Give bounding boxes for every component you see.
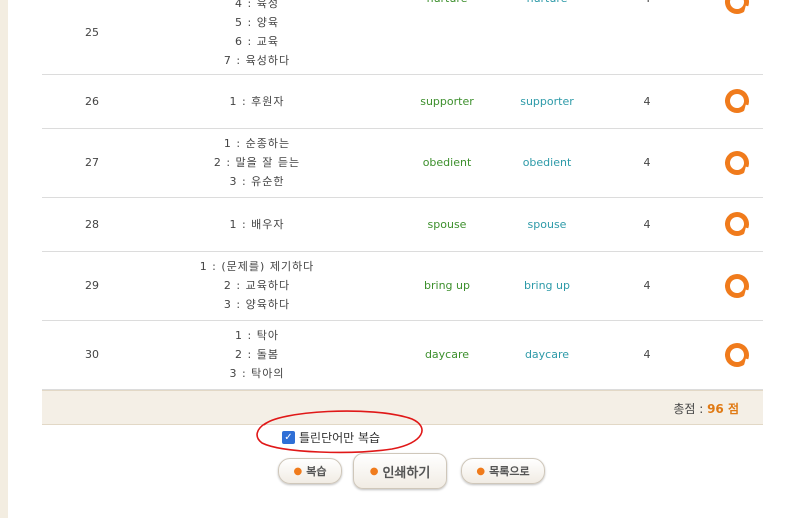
meaning-line: 1 : 후원자 (229, 94, 285, 108)
meaning-line: 5 : 양육 (235, 16, 279, 29)
word-meanings: 1 : 순종하는 2 : 말을 잘 듣는 3 : 유순한 (172, 128, 342, 197)
table-row: 26 1 : 후원자 supporter supporter 4 (42, 74, 763, 129)
table-row: 27 1 : 순종하는 2 : 말을 잘 듣는 3 : 유순한 obedient… (42, 128, 763, 198)
total-score-value: 96 점 (707, 402, 739, 416)
word-number: 25 (85, 25, 99, 39)
meaning-line: 2 : 교육하다 (223, 279, 291, 292)
correct-answer: supporter (520, 94, 574, 108)
meaning-line: 1 : 순종하는 (223, 137, 291, 150)
correct-answer: bring up (524, 279, 570, 292)
bullet-icon: ● (369, 465, 379, 477)
page: 25 4 : 육성 5 : 양육 6 : 교육 7 : 육성하다 nurture… (8, 0, 800, 518)
correct-answer: spouse (527, 217, 567, 231)
meaning-line: 2 : 말을 잘 듣는 (213, 156, 301, 169)
correct-answer: obedient (522, 156, 572, 169)
points: 4 (643, 217, 651, 231)
bullet-icon: ● (293, 465, 303, 477)
user-answer: obedient (422, 156, 472, 169)
bullet-icon: ● (476, 465, 486, 477)
review-wrong-only-label: 틀린단어만 복습 (299, 431, 381, 445)
table-row: 30 1 : 탁아 2 : 돌봄 3 : 탁아의 daycare daycare… (42, 320, 763, 390)
word-number: 30 (85, 348, 99, 361)
total-score: 총점 : 96 점 (673, 400, 739, 417)
user-answer: nurture (392, 0, 502, 74)
table-row: 25 4 : 육성 5 : 양육 6 : 교육 7 : 육성하다 nurture… (42, 0, 763, 75)
meaning-line: 1 : 배우자 (229, 217, 285, 231)
print-button-label: 인쇄하기 (382, 465, 431, 481)
list-button-label: 목록으로 (489, 465, 530, 478)
total-score-label: 총점 : (673, 402, 708, 416)
correct-mark-icon (712, 74, 762, 128)
points: 4 (643, 348, 651, 361)
meaning-line: 1 : (문제를) 제기하다 (199, 260, 315, 273)
user-answer: bring up (424, 279, 470, 292)
review-button[interactable]: ● 복습 (278, 458, 342, 484)
word-number: 27 (85, 156, 99, 169)
checkbox-checked-icon[interactable]: ✓ (282, 431, 295, 444)
word-number: 29 (85, 279, 99, 292)
word-meanings: 4 : 육성 5 : 양육 6 : 교육 7 : 육성하다 (172, 0, 342, 74)
meaning-line: 7 : 육성하다 (223, 54, 291, 67)
meaning-line: 3 : 양육하다 (223, 298, 291, 311)
points: 4 (643, 156, 651, 169)
word-meanings: 1 : 배우자 (172, 197, 342, 251)
correct-answer: daycare (524, 348, 570, 361)
correct-answer: nurture (492, 0, 602, 74)
table-row: 28 1 : 배우자 spouse spouse 4 (42, 197, 763, 252)
meaning-line: 3 : 유순한 (229, 175, 285, 188)
meaning-line: 4 : 육성 (235, 0, 279, 10)
list-button[interactable]: ● 목록으로 (461, 458, 545, 484)
correct-mark-icon (712, 128, 762, 197)
user-answer: daycare (424, 348, 470, 361)
correct-mark-icon (712, 251, 762, 320)
points: 4 (643, 279, 651, 292)
review-wrong-only-checkbox[interactable]: ✓ 틀린단어만 복습 (282, 429, 380, 446)
meaning-line: 6 : 교육 (235, 35, 279, 48)
user-answer: spouse (427, 217, 467, 231)
points: 4 (627, 0, 667, 74)
word-number: 26 (85, 94, 99, 108)
table-row: 29 1 : (문제를) 제기하다 2 : 교육하다 3 : 양육하다 brin… (42, 251, 763, 321)
meaning-line: 1 : 탁아 (235, 329, 279, 342)
meaning-line: 3 : 탁아의 (229, 367, 285, 380)
user-answer: supporter (420, 94, 474, 108)
points: 4 (643, 94, 651, 108)
correct-mark-icon (712, 197, 762, 251)
correct-mark-icon (712, 0, 762, 74)
word-meanings: 1 : 탁아 2 : 돌봄 3 : 탁아의 (172, 320, 342, 389)
word-meanings: 1 : 후원자 (172, 74, 342, 128)
review-button-label: 복습 (306, 465, 327, 478)
word-meanings: 1 : (문제를) 제기하다 2 : 교육하다 3 : 양육하다 (172, 251, 342, 320)
meaning-line: 2 : 돌봄 (235, 348, 279, 361)
correct-mark-icon (712, 320, 762, 389)
print-button[interactable]: ● 인쇄하기 (353, 453, 447, 489)
word-number: 28 (85, 217, 99, 231)
